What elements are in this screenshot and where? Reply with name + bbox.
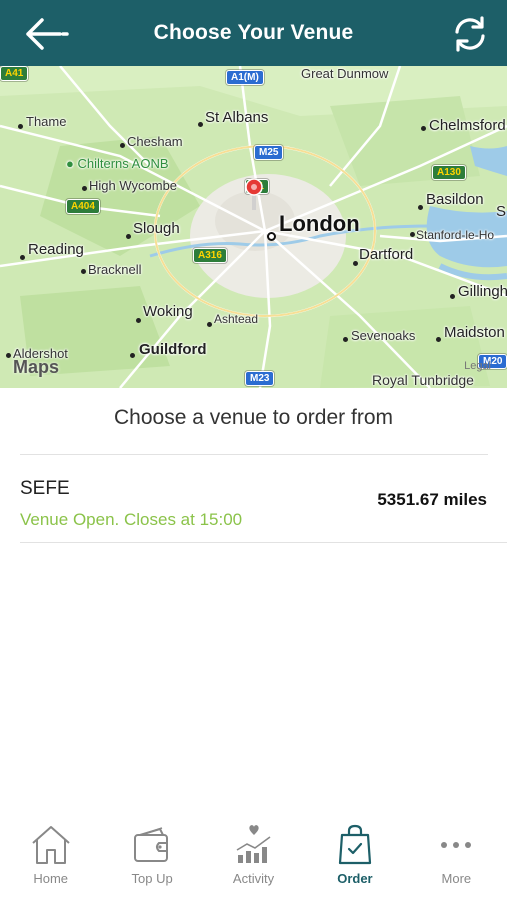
map-label-woking: Woking xyxy=(143,303,193,320)
wallet-icon xyxy=(134,827,169,862)
map-town-dot xyxy=(343,337,348,342)
map-label-chilterns-text: Chilterns AONB xyxy=(77,156,169,171)
venue-list-item[interactable]: SEFE Venue Open. Closes at 15:00 5351.67… xyxy=(0,456,507,542)
map-town-dot xyxy=(120,143,125,148)
map-town-dot xyxy=(20,255,25,260)
map-town-dot xyxy=(207,322,212,327)
more-dots-icon xyxy=(441,842,472,848)
road-shield-m23: M23 xyxy=(245,371,275,386)
activity-chart-icon xyxy=(236,825,270,863)
map-legal-link[interactable]: Legal xyxy=(464,360,491,372)
home-icon xyxy=(32,826,70,864)
map-label-great-dunmow: Great Dunmow xyxy=(301,66,389,81)
road-shield-a316: A316 xyxy=(193,248,227,263)
map-label-chelmsford: Chelmsford xyxy=(429,117,506,134)
map-label-s: S xyxy=(496,203,507,220)
map-label-ashtead: Ashtead xyxy=(214,312,259,326)
map-label-guildford: Guildford xyxy=(139,341,207,358)
bottom-tab-bar: Home Top Up Activity Order More xyxy=(0,812,507,900)
map-label-stanford: Stanford-le-Ho xyxy=(416,228,495,242)
map-label-chesham: Chesham xyxy=(127,134,183,149)
map-town-dot xyxy=(450,294,455,299)
maps-attribution: Maps xyxy=(13,357,59,378)
tab-order[interactable]: Order xyxy=(304,812,405,900)
tab-top-up-label: Top Up xyxy=(131,871,173,886)
road-shield-m25: M25 xyxy=(254,145,284,160)
map-label-reading: Reading xyxy=(28,241,84,258)
map-label-london: London xyxy=(279,211,360,236)
shopping-bag-icon xyxy=(338,824,372,865)
map-town-dot xyxy=(421,126,426,131)
divider xyxy=(20,542,507,543)
venue-map[interactable]: Thame St Albans Great Dunmow Chelmsford … xyxy=(0,66,507,388)
refresh-icon[interactable] xyxy=(451,15,489,53)
map-town-dot xyxy=(353,261,358,266)
map-label-slough: Slough xyxy=(133,220,180,237)
map-town-dot xyxy=(126,234,131,239)
venue-name: SEFE xyxy=(20,478,70,499)
venue-distance: 5351.67 miles xyxy=(377,490,487,509)
map-town-dot xyxy=(81,269,86,274)
tab-more[interactable]: More xyxy=(406,812,507,900)
divider xyxy=(20,454,488,455)
map-label-bracknell: Bracknell xyxy=(88,262,142,277)
arrow-left-icon[interactable] xyxy=(22,16,70,52)
road-shield-a1m: A1(M) xyxy=(226,70,264,85)
map-label-tunbridge: Royal Tunbridge xyxy=(372,372,474,388)
maps-attribution-text: Maps xyxy=(13,357,60,377)
map-town-dot xyxy=(198,122,203,127)
road-shield-a404: A404 xyxy=(66,199,100,214)
tab-activity-label: Activity xyxy=(232,871,275,886)
tab-top-up[interactable]: Top Up xyxy=(101,812,202,900)
map-town-dot xyxy=(6,353,11,358)
map-town-dot xyxy=(82,186,87,191)
venue-list-heading: Choose a venue to order from xyxy=(114,406,393,429)
map-town-dot xyxy=(410,232,415,237)
tab-home[interactable]: Home xyxy=(0,812,101,900)
venue-pin-icon[interactable] xyxy=(243,178,265,212)
tab-home-label: Home xyxy=(33,871,69,886)
map-town-dot xyxy=(436,337,441,342)
tab-activity[interactable]: Activity xyxy=(203,812,304,900)
road-shield-a130: A130 xyxy=(432,165,466,180)
app-header: Choose Your Venue xyxy=(0,0,507,66)
map-label-high-wycombe: High Wycombe xyxy=(89,178,178,193)
map-label-thame: Thame xyxy=(26,114,67,129)
road-shield-a41: A41 xyxy=(0,66,29,81)
map-label-st-albans: St Albans xyxy=(205,109,269,126)
map-town-dot xyxy=(18,124,23,129)
map-label-dartford: Dartford xyxy=(359,246,414,263)
map-label-sevenoaks: Sevenoaks xyxy=(351,328,416,343)
page-title: Choose Your Venue xyxy=(153,21,354,44)
map-city-dot xyxy=(267,232,276,241)
map-town-dot xyxy=(136,318,141,323)
map-label-maidstone: Maidston xyxy=(444,324,505,341)
map-label-gillingham: Gillingh xyxy=(458,283,507,300)
map-label-chilterns: ● Chilterns AONB xyxy=(66,156,169,171)
map-town-dot xyxy=(130,353,135,358)
map-label-basildon: Basildon xyxy=(426,191,484,208)
tab-order-label: Order xyxy=(337,871,373,886)
tab-more-label: More xyxy=(441,871,472,886)
map-town-dot xyxy=(418,205,423,210)
venue-status: Venue Open. Closes at 15:00 xyxy=(20,510,243,529)
